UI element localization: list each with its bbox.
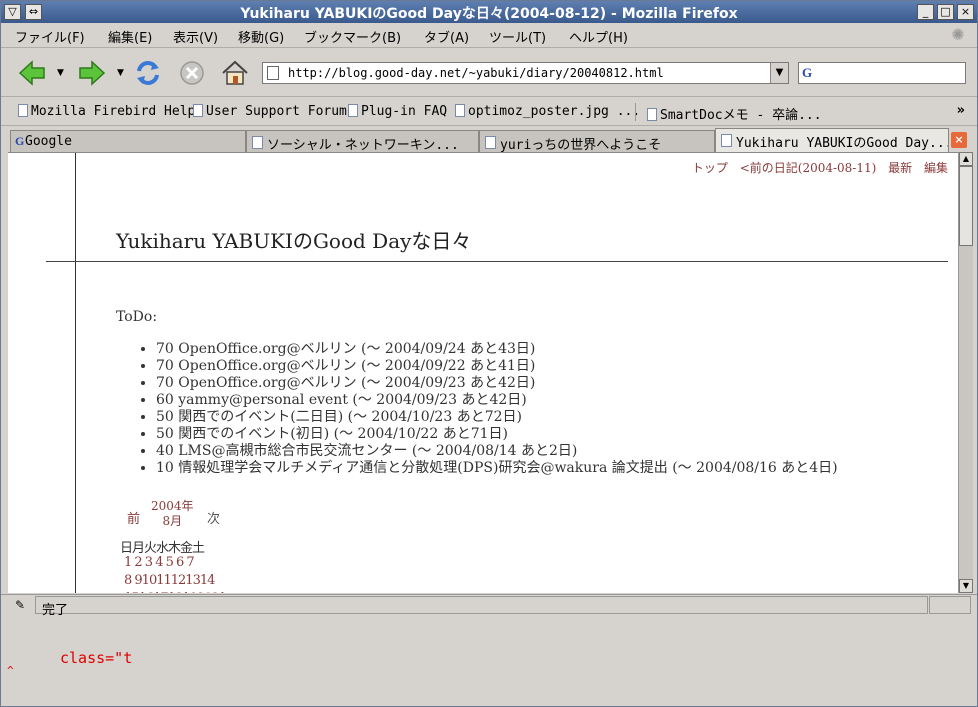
home-icon[interactable] — [220, 58, 250, 88]
bookmark-item[interactable]: SmartDocメモ - 卒論... — [647, 104, 822, 123]
tab-google[interactable]: G Google — [10, 130, 246, 152]
page-icon — [647, 108, 657, 121]
page-icon — [193, 104, 203, 117]
tab-yuri-world[interactable]: yuriっちの世界へようこそ — [479, 130, 715, 152]
terminal-caret: ^ — [7, 664, 14, 677]
scroll-thumb[interactable] — [959, 166, 973, 246]
tab-bar: G Google ソーシャル・ネットワーキン... yuriっちの世界へようこそ… — [1, 128, 977, 152]
todo-item: 10 情報処理学会マルチメディア通信と分散処理(DPS)研究会@wakura 論… — [156, 460, 838, 477]
close-tab-icon[interactable]: × — [951, 132, 967, 148]
reload-icon[interactable] — [133, 58, 163, 88]
page-icon — [267, 66, 279, 80]
status-panel — [929, 596, 971, 614]
calendar-week-row[interactable]: 8 91011121314 — [124, 573, 215, 588]
page-icon — [348, 104, 358, 117]
title-divider — [46, 261, 948, 262]
menu-view[interactable]: 表示(V) — [173, 27, 218, 46]
todo-list: 70 OpenOffice.org@ベルリン (〜 2004/09/24 あと4… — [156, 341, 838, 477]
todo-item: 70 OpenOffice.org@ベルリン (〜 2004/09/24 あと4… — [156, 341, 838, 358]
terminal-line: class="t — [60, 649, 133, 667]
menu-tabs[interactable]: タブ(A) — [424, 27, 469, 46]
menu-edit[interactable]: 編集(E) — [108, 27, 152, 46]
terminal-area: class="t ^ — [1, 616, 977, 706]
todo-item: 50 関西でのイベント(二日目) (〜 2004/10/23 あと72日) — [156, 409, 838, 426]
menu-file[interactable]: ファイル(F) — [15, 27, 85, 46]
status-bar: ✎ 完了 — [1, 594, 977, 618]
nav-latest-link[interactable]: 最新 — [888, 161, 912, 175]
nav-top-link[interactable]: トップ — [692, 161, 728, 175]
menu-help[interactable]: ヘルプ(H) — [569, 27, 628, 46]
calendar-next-label: 次 — [207, 512, 221, 527]
forward-dropdown-icon[interactable]: ▼ — [117, 69, 125, 78]
calendar-prev-link[interactable]: 前 — [127, 508, 140, 527]
bookmark-separator — [635, 103, 636, 121]
todo-item: 70 OpenOffice.org@ベルリン (〜 2004/09/22 あと4… — [156, 358, 838, 375]
menu-tools[interactable]: ツール(T) — [489, 27, 546, 46]
forward-icon[interactable] — [77, 58, 107, 88]
connection-status-icon: ✎ — [14, 598, 26, 612]
page-icon — [252, 136, 263, 149]
bookmarks-overflow-button[interactable]: » — [957, 103, 965, 118]
page-icon — [18, 104, 28, 117]
page-icon — [455, 104, 465, 117]
calendar-month-link[interactable]: 2004年 8月 — [151, 499, 194, 529]
search-box[interactable]: G — [798, 62, 966, 84]
window-title: Yukiharu YABUKIのGood Dayな日々(2004-08-12) … — [240, 6, 738, 22]
bookmark-item[interactable]: Mozilla Firebird Help — [18, 104, 195, 119]
bookmarks-toolbar: Mozilla Firebird Help User Support Forum… — [1, 98, 977, 126]
calendar-header: 前 2004年 8月 次 — [120, 499, 230, 535]
calendar-week-row[interactable]: 1 2 3 4 5 6 7 — [124, 555, 195, 570]
nav-prev-diary-link[interactable]: <前の日記(2004-08-11) — [740, 161, 877, 175]
back-icon[interactable] — [17, 58, 47, 88]
url-bar[interactable]: http://blog.good-day.net/~yabuki/diary/2… — [262, 62, 789, 84]
left-border-line — [75, 153, 76, 593]
throbber-icon: ✺ — [951, 25, 965, 44]
bookmark-item[interactable]: Plug-in FAQ — [348, 104, 447, 119]
vertical-scrollbar[interactable]: ▲ ▼ — [958, 152, 973, 593]
stop-icon[interactable] — [177, 58, 207, 88]
navigation-toolbar: ▼ ▼ http://blog.good-day.net/~yabuki/dia… — [1, 49, 977, 97]
todo-item: 60 yammy@personal event (〜 2004/09/23 あと… — [156, 392, 838, 409]
calendar-weekdays: 日月火水木金土 — [120, 541, 205, 556]
page-title: Yukiharu YABUKIのGood Dayな日々 — [116, 229, 472, 253]
tab-social-networking[interactable]: ソーシャル・ネットワーキン... — [246, 130, 479, 152]
url-dropdown-icon[interactable]: ▼ — [770, 63, 788, 83]
maximize-button[interactable]: □ — [937, 4, 954, 20]
bookmark-item[interactable]: User Support Forum — [193, 104, 347, 119]
nav-edit-link[interactable]: 編集 — [924, 161, 948, 175]
url-input[interactable]: http://blog.good-day.net/~yabuki/diary/2… — [288, 66, 664, 80]
todo-item: 50 関西でのイベント(初日) (〜 2004/10/22 あと71日) — [156, 426, 838, 443]
todo-item: 40 LMS@高槻市総合市民交流センター (〜 2004/08/14 あと2日) — [156, 443, 838, 460]
scroll-up-icon[interactable]: ▲ — [959, 152, 973, 166]
tab-good-day-diary[interactable]: Yukiharu YABUKIのGood Day... — [715, 128, 949, 152]
title-bar: ▽ ⇔ Yukiharu YABUKIのGood Dayな日々(2004-08-… — [1, 1, 977, 23]
menu-bookmarks[interactable]: ブックマーク(B) — [304, 27, 401, 46]
menu-go[interactable]: 移動(G) — [238, 27, 284, 46]
page-icon — [721, 134, 732, 147]
page-content: トップ <前の日記(2004-08-11) 最新 編集 Yukiharu YAB… — [8, 152, 958, 593]
calendar-week-row[interactable]: 15161718192021 — [124, 591, 227, 593]
google-icon: G — [15, 134, 25, 148]
bookmark-item[interactable]: optimoz_poster.jpg ... — [455, 104, 640, 119]
diary-navigation: トップ <前の日記(2004-08-11) 最新 編集 — [684, 159, 948, 176]
todo-item: 70 OpenOffice.org@ベルリン (〜 2004/09/23 あと4… — [156, 375, 838, 392]
close-button[interactable]: × — [957, 4, 974, 20]
minimize-button[interactable]: _ — [917, 4, 934, 20]
back-dropdown-icon[interactable]: ▼ — [57, 69, 65, 78]
scroll-down-icon[interactable]: ▼ — [959, 579, 973, 593]
google-search-icon[interactable]: G — [802, 65, 818, 81]
todo-label: ToDo: — [116, 309, 158, 325]
menu-bar: ファイル(F) 編集(E) 表示(V) 移動(G) ブックマーク(B) タブ(A… — [1, 23, 977, 48]
browser-window: ▽ ⇔ Yukiharu YABUKIのGood Dayな日々(2004-08-… — [0, 0, 978, 707]
page-icon — [485, 136, 496, 149]
status-text: 完了 — [35, 596, 928, 618]
